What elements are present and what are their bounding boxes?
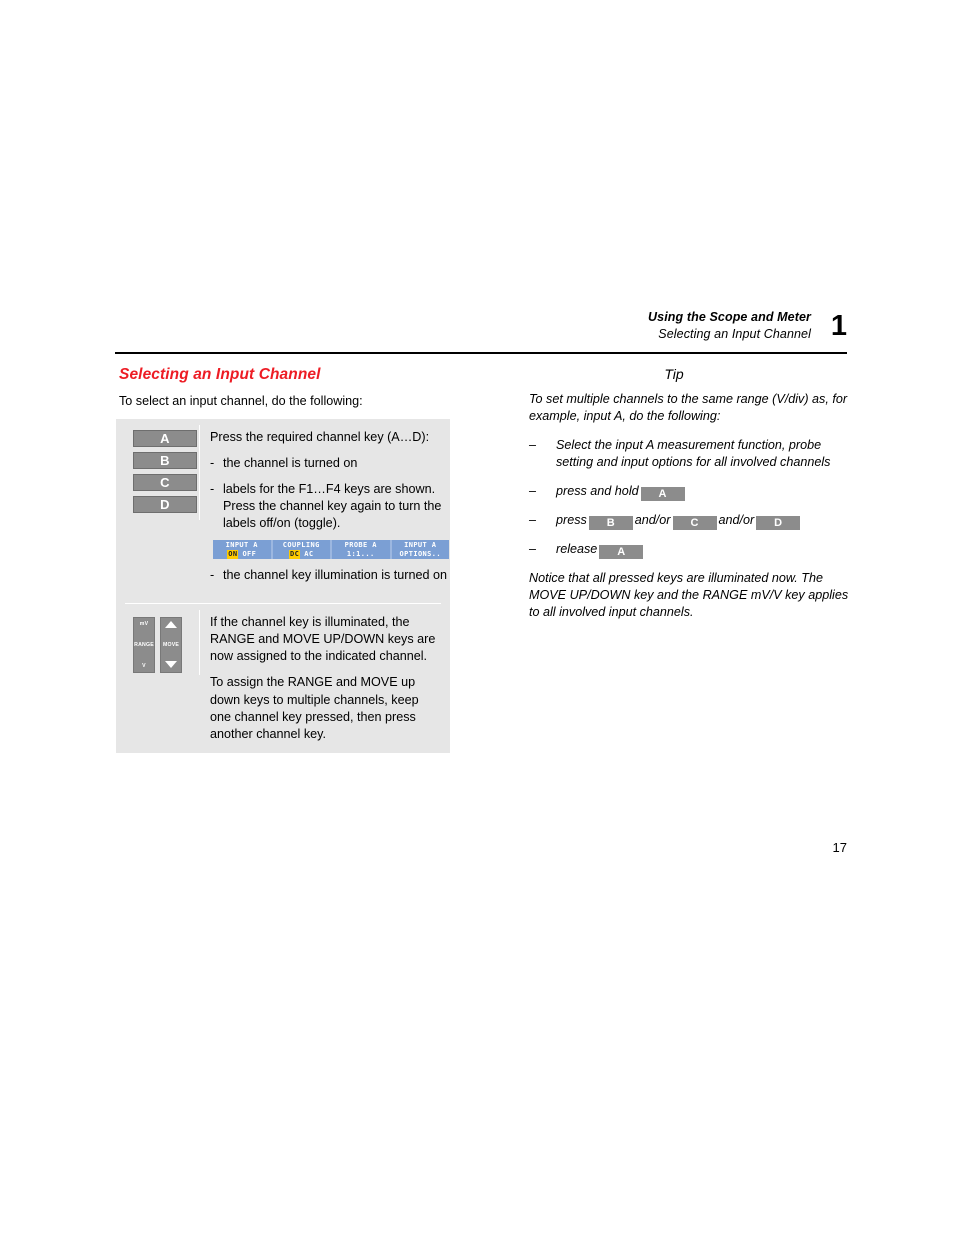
tip-heading: Tip — [664, 366, 684, 382]
page-title: Selecting an Input Channel — [119, 366, 321, 383]
page-number: 17 — [832, 840, 847, 855]
triangle-down-icon — [165, 661, 177, 669]
tip-step-3: – press Band/or Cand/or D — [529, 512, 849, 530]
move-key-label: MOVE — [162, 641, 180, 648]
softkey-f1-title: INPUT A — [225, 540, 258, 549]
softkey-f2-option-dc: DC — [289, 549, 301, 559]
move-key[interactable]: MOVE — [160, 616, 182, 673]
procedure-text-2: If the channel key is illuminated, the R… — [200, 604, 450, 754]
range-move-keys-group: mV RANGE V MOVE — [116, 604, 200, 681]
tip-step-4: – release A — [529, 541, 849, 559]
tip-step-text: release — [556, 541, 598, 556]
tip-step-text: press — [556, 512, 587, 527]
softkey-f2-title: COUPLING — [282, 540, 320, 549]
range-key[interactable]: mV RANGE V — [133, 616, 155, 673]
tip-closing-text: Notice that all pressed keys are illumin… — [529, 570, 849, 619]
bullet-marker: - — [210, 481, 215, 496]
softkey-f1-option-on: ON — [227, 549, 239, 559]
bullet-text: the channel is turned on — [223, 456, 358, 471]
tip-step-conjunction-1: and/or — [634, 512, 671, 527]
tip-intro-text: To set multiple channels to the same ran… — [529, 392, 848, 424]
softkey-f4[interactable]: INPUT A OPTIONS.. — [391, 540, 449, 560]
right-column: Tip To set multiple channels to the same… — [529, 366, 849, 621]
channel-keys-group: A B C D — [116, 419, 200, 526]
tip-step-content: press Band/or Cand/or D — [556, 512, 849, 530]
softkey-f2-option-ac: AC — [304, 549, 314, 558]
left-column: Selecting an Input Channel To select an … — [116, 366, 466, 754]
tip-step-conjunction-2: and/or — [718, 512, 755, 527]
procedure-bullet-1: - the channel is turned on — [210, 455, 449, 472]
tip-step-marker: – — [529, 541, 537, 556]
tip-step-1: – Select the input A measurement functio… — [529, 437, 849, 471]
tip-step-text: Select the input A measurement function,… — [556, 438, 831, 470]
tip-step-marker: – — [529, 483, 537, 498]
bullet-text: labels for the F1…F4 keys are shown. Pre… — [223, 481, 442, 531]
procedure-section-1: A B C D Press the required channel key (… — [116, 419, 450, 603]
tip-step-text: press and hold — [556, 483, 639, 498]
procedure-paragraph-1: If the channel key is illuminated, the R… — [210, 614, 436, 664]
channel-key-d[interactable]: D — [133, 496, 197, 513]
channel-key-a[interactable]: A — [133, 430, 197, 447]
document-page: Using the Scope and Meter Selecting an I… — [0, 0, 954, 1235]
softkey-f4-title: INPUT A — [404, 540, 437, 549]
channel-key-b[interactable]: B — [133, 452, 197, 469]
procedure-lead-text: Press the required channel key (A…D): — [210, 430, 430, 444]
header-section-title: Selecting an Input Channel — [658, 326, 811, 341]
vertical-divider — [199, 609, 200, 675]
chapter-number: 1 — [830, 310, 847, 342]
inline-channel-key-a-release[interactable]: A — [599, 544, 644, 559]
procedure-section-2: mV RANGE V MOVE If the channel key is il… — [116, 604, 450, 754]
procedure-box: A B C D Press the required channel key (… — [116, 419, 450, 754]
inline-channel-key-a[interactable]: A — [640, 486, 685, 501]
bullet-text: the channel key illumination is turned o… — [223, 568, 448, 583]
softkey-f4-options: OPTIONS.. — [399, 550, 441, 559]
softkey-label-bar: INPUT A ON OFF COUPLING DC AC PROBE A 1:… — [213, 540, 449, 560]
procedure-paragraph-2: To assign the RANGE and MOVE up down key… — [210, 675, 419, 741]
procedure-text-1: Press the required channel key (A…D): - … — [200, 419, 458, 603]
channel-key-c[interactable]: C — [133, 474, 197, 491]
tip-step-content: release A — [556, 541, 849, 559]
procedure-bullet-2: - labels for the F1…F4 keys are shown. P… — [210, 481, 449, 533]
softkey-f3[interactable]: PROBE A 1:1... — [332, 540, 390, 560]
softkey-f2-options: DC AC — [289, 549, 314, 559]
tip-step-marker: – — [529, 512, 537, 527]
vertical-divider — [199, 425, 200, 520]
keypad-graphic: mV RANGE V MOVE — [133, 615, 200, 673]
intro-text: To select an input channel, do the follo… — [119, 394, 363, 408]
softkey-f1[interactable]: INPUT A ON OFF — [213, 540, 271, 560]
range-key-bottom-label: V — [142, 662, 146, 669]
softkey-f3-title: PROBE A — [344, 540, 377, 549]
range-key-top-label: mV — [139, 620, 149, 627]
softkey-f3-options: 1:1... — [347, 550, 375, 559]
softkey-f3-option-ratio: 1:1... — [346, 549, 375, 558]
header-chapter-title: Using the Scope and Meter — [648, 310, 811, 324]
bullet-marker: - — [210, 568, 215, 583]
header-titles: Using the Scope and Meter Selecting an I… — [648, 309, 811, 342]
softkey-f4-option-options: OPTIONS.. — [399, 549, 442, 558]
procedure-bullet-3: - the channel key illumination is turned… — [210, 567, 449, 584]
softkey-f2[interactable]: COUPLING DC AC — [272, 540, 330, 560]
range-key-label: RANGE — [134, 641, 154, 648]
tip-step-content: press and hold A — [556, 483, 849, 501]
softkey-f1-option-off: OFF — [242, 549, 257, 558]
inline-channel-key-b[interactable]: B — [588, 515, 633, 530]
inline-channel-key-d[interactable]: D — [756, 515, 801, 530]
tip-step-marker: – — [529, 438, 537, 453]
tip-step-2: – press and hold A — [529, 483, 849, 501]
triangle-up-icon — [165, 621, 177, 629]
inline-channel-key-c[interactable]: C — [672, 515, 717, 530]
header-divider — [115, 352, 847, 354]
softkey-f1-options: ON OFF — [227, 549, 257, 559]
bullet-marker: - — [210, 456, 215, 471]
